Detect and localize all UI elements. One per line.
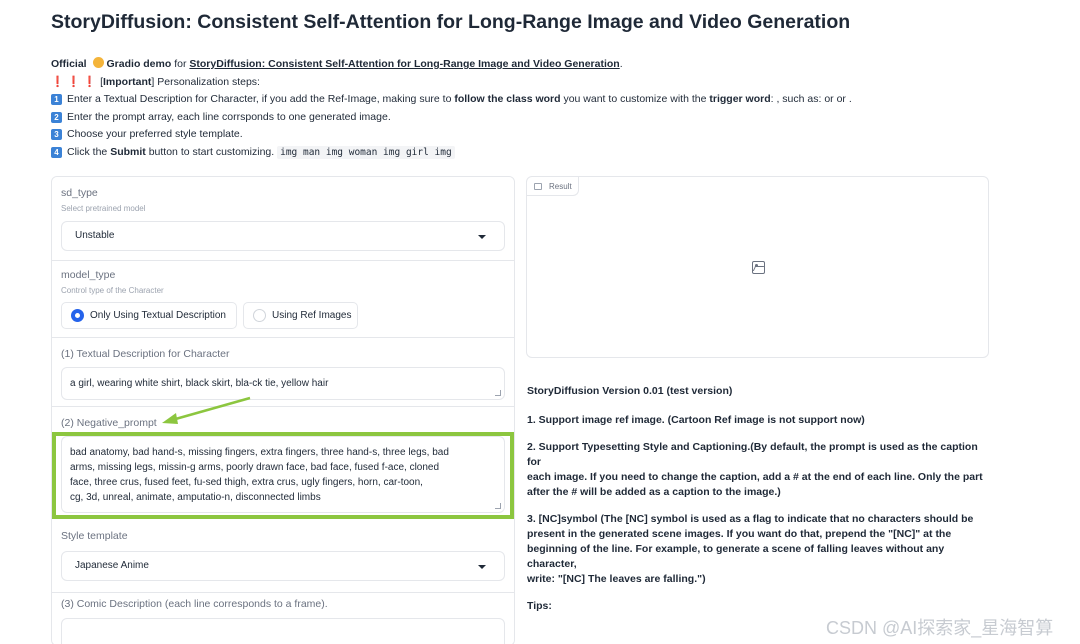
settings-panel: sd_type Select pretrained model Unstable… [51, 176, 515, 644]
chevron-down-icon [478, 235, 486, 239]
style-template-label: Style template [61, 530, 128, 542]
result-panel: Result [526, 176, 989, 358]
character-textarea[interactable]: a girl, wearing white shirt, black skirt… [61, 367, 505, 400]
model-type-sublabel: Control type of the Character [61, 286, 164, 295]
intro-text: Official Gradio demo for StoryDiffusion:… [51, 57, 852, 159]
chevron-down-icon [478, 565, 486, 569]
radio-ref-images[interactable]: Using Ref Images [243, 302, 358, 329]
step-1-icon: 1 [51, 94, 62, 106]
style-template-dropdown[interactable]: Japanese Anime [61, 551, 505, 581]
sd-type-sublabel: Select pretrained model [61, 204, 146, 213]
model-type-block: model_type Control type of the Character… [52, 261, 514, 338]
character-block: (1) Textual Description for Character a … [52, 338, 514, 407]
character-label: (1) Textual Description for Character [61, 348, 230, 360]
resize-handle-icon[interactable] [495, 390, 501, 396]
step-3-icon: 3 [51, 129, 62, 141]
comic-textarea[interactable] [61, 618, 505, 644]
version-notes: StoryDiffusion Version 0.01 (test versio… [527, 384, 987, 614]
notes-heading: StoryDiffusion Version 0.01 (test versio… [527, 385, 733, 397]
exclamation-icons: ❗ ❗ ❗ [51, 75, 97, 88]
radio-selected-icon [71, 309, 84, 322]
sd-type-label: sd_type [61, 187, 98, 199]
style-template-block: Style template Japanese Anime [52, 519, 514, 593]
sd-type-dropdown[interactable]: Unstable [61, 221, 505, 251]
negative-prompt-label: (2) Negative_prompt [61, 417, 157, 429]
watermark: CSDN @AI探索家_星海智算 [826, 618, 1054, 638]
image-placeholder-icon [752, 261, 765, 274]
model-type-label: model_type [61, 269, 116, 281]
image-icon [534, 183, 542, 190]
trigger-code: img man img woman img girl img [277, 145, 455, 159]
comic-label: (3) Comic Description (each line corresp… [61, 598, 328, 610]
hugging-face-icon [92, 57, 104, 68]
result-label: Result [527, 177, 579, 196]
comic-block: (3) Comic Description (each line corresp… [52, 593, 514, 644]
step-4-icon: 4 [51, 146, 62, 158]
paper-link[interactable]: StoryDiffusion: Consistent Self-Attentio… [189, 58, 619, 70]
page-title: StoryDiffusion: Consistent Self-Attentio… [51, 11, 851, 33]
negative-prompt-highlight-box [52, 432, 514, 519]
sd-type-block: sd_type Select pretrained model Unstable [52, 177, 514, 261]
radio-unselected-icon [253, 309, 266, 322]
radio-textual-description[interactable]: Only Using Textual Description [61, 302, 237, 329]
step-2-icon: 2 [51, 111, 62, 123]
